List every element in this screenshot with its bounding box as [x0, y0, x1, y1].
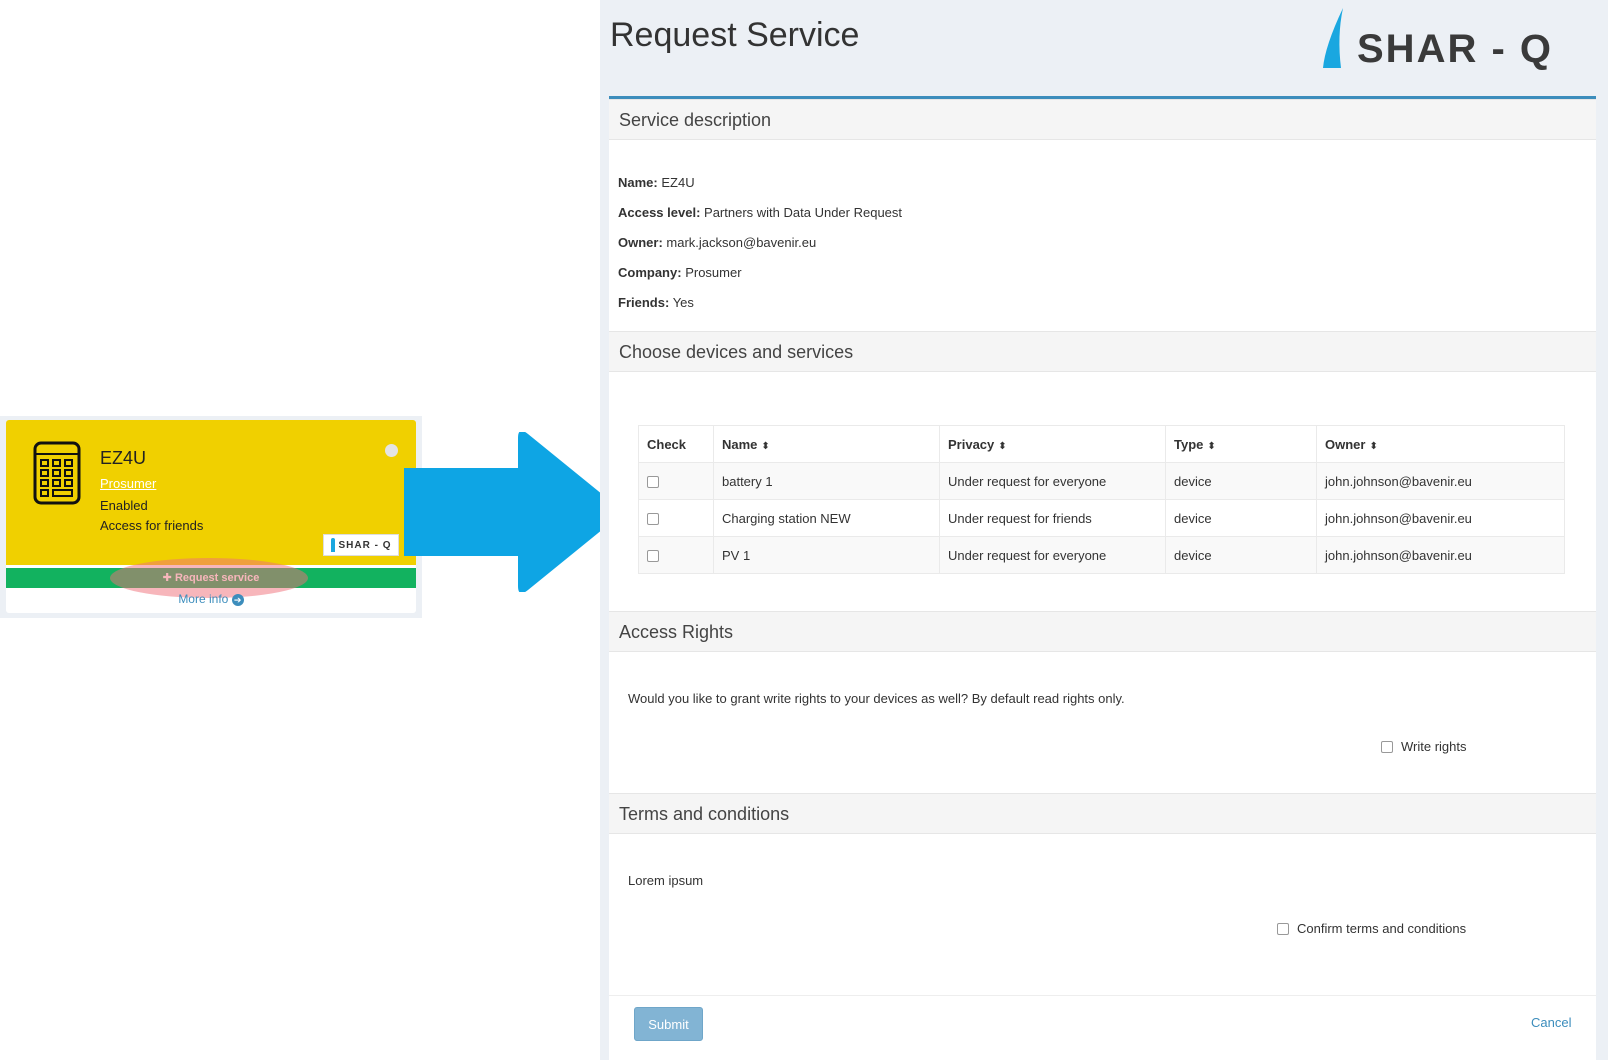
- desc-owner-value: mark.jackson@bavenir.eu: [666, 235, 817, 250]
- table-row: battery 1 Under request for everyone dev…: [638, 462, 1565, 500]
- devices-header: Choose devices and services: [609, 331, 1596, 372]
- row-owner: john.johnson@bavenir.eu: [1316, 462, 1565, 500]
- request-service-button[interactable]: ✚ Request service: [6, 568, 416, 588]
- desc-access-level: Access level: Partners with Data Under R…: [618, 205, 902, 220]
- row-owner: john.johnson@bavenir.eu: [1316, 536, 1565, 574]
- request-service-panel: Request Service SHAR - Q Service descrip…: [600, 0, 1608, 1060]
- more-info-label: More info: [178, 592, 229, 606]
- row-owner: john.johnson@bavenir.eu: [1316, 499, 1565, 537]
- col-type-label: Type: [1174, 436, 1204, 452]
- desc-company-value: Prosumer: [685, 265, 742, 280]
- card-brand-logo: SHAR - Q: [323, 534, 399, 556]
- desc-name-value: EZ4U: [661, 175, 695, 190]
- row-privacy: Under request for friends: [939, 499, 1166, 537]
- table-row: PV 1 Under request for everyone device j…: [638, 536, 1565, 574]
- sail-icon: [330, 538, 335, 552]
- write-rights-checkbox[interactable]: [1381, 740, 1393, 753]
- write-rights-label: Write rights: [1401, 739, 1467, 754]
- col-privacy-label: Privacy: [948, 436, 995, 452]
- col-type[interactable]: Type ⬍: [1165, 425, 1317, 463]
- sort-icon: ⬍: [1207, 440, 1216, 452]
- service-card-body: EZ4U Prosumer Enabled Access for friends…: [6, 420, 416, 565]
- desc-name: Name: EZ4U: [618, 175, 695, 190]
- big-arrow-right-icon: [404, 432, 624, 592]
- confirm-terms-checkbox[interactable]: [1277, 922, 1289, 935]
- row-checkbox[interactable]: [647, 513, 659, 526]
- service-card-status: Enabled: [100, 498, 148, 513]
- confirm-terms-option: Confirm terms and conditions: [1277, 921, 1466, 936]
- service-card: EZ4U Prosumer Enabled Access for friends…: [6, 420, 416, 613]
- row-checkbox-cell: [638, 536, 714, 574]
- row-type: device: [1165, 499, 1317, 537]
- service-card-company-link[interactable]: Prosumer: [100, 476, 156, 491]
- sort-icon: ⬍: [761, 440, 770, 452]
- desc-friends-value: Yes: [672, 295, 694, 310]
- service-card-access: Access for friends: [100, 518, 204, 533]
- service-widget-area: EZ4U Prosumer Enabled Access for friends…: [0, 416, 422, 618]
- card-logo-text: SHAR - Q: [338, 539, 392, 551]
- row-name: Charging station NEW: [713, 499, 940, 537]
- write-rights-option: Write rights: [1381, 739, 1467, 754]
- service-description-header: Service description: [609, 99, 1596, 140]
- devices-table: Check Name ⬍ Privacy ⬍ Type ⬍ Owner ⬍ batter…: [638, 425, 1565, 574]
- desc-friends: Friends: Yes: [618, 295, 694, 310]
- col-check: Check: [638, 425, 714, 463]
- plus-icon: ✚: [162, 572, 172, 584]
- logo-text: SHAR - Q: [1357, 27, 1553, 71]
- row-privacy: Under request for everyone: [939, 536, 1166, 574]
- col-owner-label: Owner: [1325, 436, 1366, 452]
- desc-owner-label: Owner:: [618, 235, 663, 250]
- row-type: device: [1165, 462, 1317, 500]
- sort-icon: ⬍: [1369, 440, 1378, 452]
- row-name: PV 1: [713, 536, 940, 574]
- submit-button[interactable]: Submit: [634, 1007, 703, 1041]
- page-title: Request Service: [610, 16, 860, 54]
- calculator-icon: [33, 441, 81, 505]
- table-row: Charging station NEW Under request for f…: [638, 499, 1565, 537]
- access-rights-header: Access Rights: [609, 611, 1596, 652]
- row-checkbox-cell: [638, 462, 714, 500]
- access-rights-text: Would you like to grant write rights to …: [628, 691, 1125, 706]
- col-privacy[interactable]: Privacy ⬍: [939, 425, 1166, 463]
- terms-text: Lorem ipsum: [628, 873, 704, 888]
- sort-icon: ⬍: [998, 440, 1007, 452]
- col-name[interactable]: Name ⬍: [713, 425, 940, 463]
- col-name-label: Name: [722, 436, 758, 452]
- cancel-link[interactable]: Cancel: [1531, 1015, 1571, 1030]
- table-header-row: Check Name ⬍ Privacy ⬍ Type ⬍ Owner ⬍: [638, 425, 1565, 463]
- service-card-title: EZ4U: [100, 448, 147, 468]
- desc-access-level-value: Partners with Data Under Request: [704, 205, 903, 220]
- confirm-terms-label: Confirm terms and conditions: [1297, 921, 1467, 936]
- status-dot: [385, 444, 398, 457]
- request-form-box: Service description Name: EZ4U Access le…: [609, 96, 1596, 1060]
- form-footer-divider: [609, 995, 1596, 996]
- row-checkbox[interactable]: [647, 476, 659, 489]
- desc-company-label: Company:: [618, 265, 682, 280]
- desc-access-level-label: Access level:: [618, 205, 701, 220]
- desc-friends-label: Friends:: [618, 295, 670, 310]
- terms-header: Terms and conditions: [609, 793, 1596, 834]
- row-type: device: [1165, 536, 1317, 574]
- col-owner[interactable]: Owner ⬍: [1316, 425, 1565, 463]
- request-service-label: Request service: [174, 572, 260, 584]
- sharq-logo: SHAR - Q: [1323, 8, 1553, 71]
- desc-name-label: Name:: [618, 175, 658, 190]
- row-checkbox-cell: [638, 499, 714, 537]
- desc-company: Company: Prosumer: [618, 265, 742, 280]
- desc-owner: Owner: mark.jackson@bavenir.eu: [618, 235, 816, 250]
- row-privacy: Under request for everyone: [939, 462, 1166, 500]
- more-info-link[interactable]: More info ➔: [6, 592, 416, 606]
- arrow-circle-right-icon: ➔: [231, 593, 244, 606]
- row-name: battery 1: [713, 462, 940, 500]
- row-checkbox[interactable]: [647, 550, 659, 563]
